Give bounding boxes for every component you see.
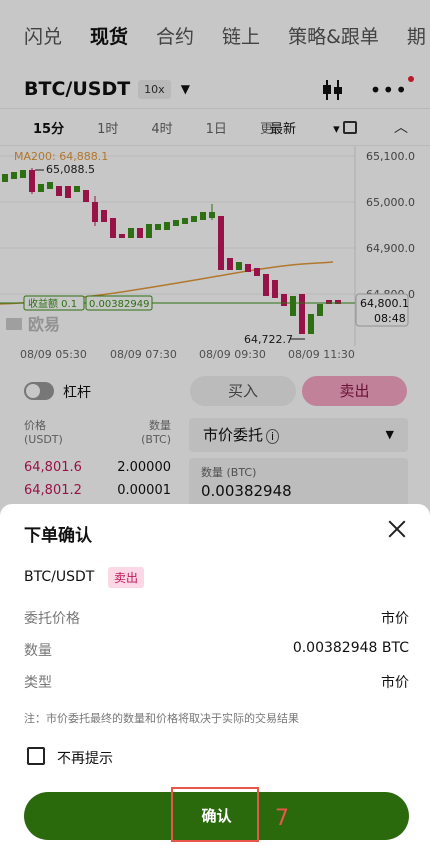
detail-key: 类型	[24, 675, 52, 691]
dont-remind-label[interactable]: 不再提示	[57, 748, 113, 768]
sheet-title: 下单确认	[24, 526, 92, 546]
detail-key: 数量	[24, 643, 52, 659]
order-confirm-sheet: 下单确认 BTC/USDT 卖出 委托价格 市价 数量 0.00382948 B…	[0, 504, 430, 845]
detail-key: 委托价格	[24, 611, 80, 627]
sheet-pair: BTC/USDT	[24, 569, 95, 585]
detail-row-price: 委托价格 市价	[24, 608, 409, 628]
step-number: 7	[275, 806, 289, 831]
disclaimer-note: 注：市价委托最终的数量和价格将取决于实际的交易结果	[24, 712, 299, 725]
detail-value: 0.00382948 BTC	[292, 640, 409, 656]
highlight-box	[171, 787, 259, 842]
detail-value: 市价	[381, 611, 409, 627]
detail-value: 市价	[381, 675, 409, 691]
detail-row-quantity: 数量 0.00382948 BTC	[24, 640, 409, 660]
detail-row-type: 类型 市价	[24, 672, 409, 692]
side-badge: 卖出	[108, 567, 145, 588]
dont-remind-checkbox[interactable]	[27, 747, 45, 765]
close-icon[interactable]	[386, 518, 408, 540]
